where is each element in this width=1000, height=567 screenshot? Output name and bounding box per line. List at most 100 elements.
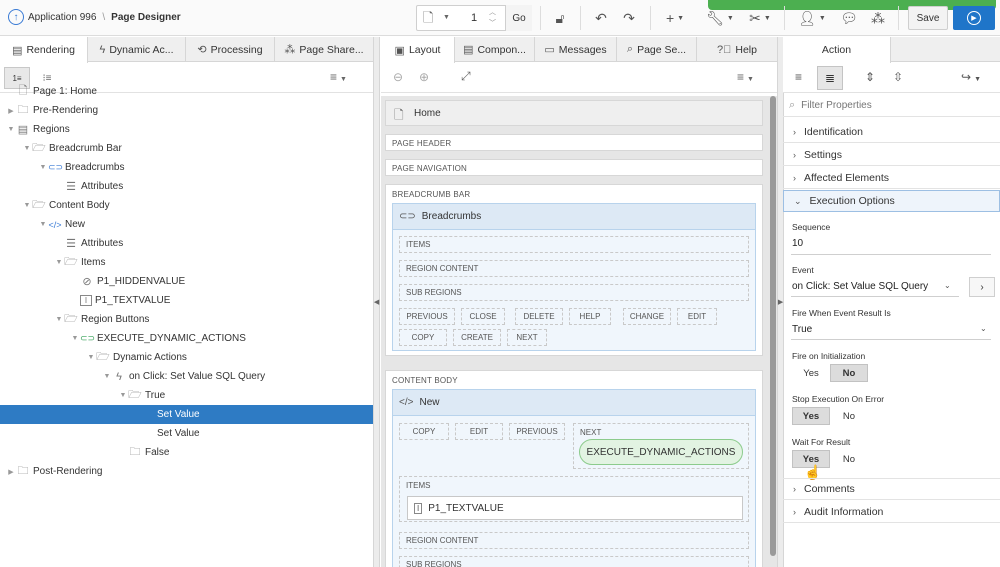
- comment-icon[interactable]: 💬︎: [838, 5, 860, 31]
- p1-textvalue-item[interactable]: I P1_TEXTVALUE: [407, 496, 743, 520]
- fire-init-yes-toggle[interactable]: Yes: [794, 364, 828, 382]
- sequence-input[interactable]: 10: [792, 238, 803, 249]
- expand-icon[interactable]: ▶: [6, 107, 16, 115]
- chevron-down-icon[interactable]: ▼: [443, 14, 450, 21]
- bc-position-slot[interactable]: HELP: [569, 308, 611, 325]
- collapse-icon[interactable]: ▼: [102, 373, 112, 380]
- bc-position-slot[interactable]: NEXT: [507, 329, 547, 346]
- shared-components-icon[interactable]: ✂︎ ▼: [744, 5, 776, 31]
- collapse-icon[interactable]: ▼: [22, 202, 32, 209]
- group-comments[interactable]: › Comments: [783, 478, 1000, 500]
- tree-node[interactable]: ⊘ P1_HIDDENVALUE: [0, 272, 373, 291]
- page-number-input[interactable]: 1: [471, 12, 477, 24]
- show-all-icon[interactable]: ≣: [817, 66, 843, 90]
- event-lov-button[interactable]: ›: [969, 277, 995, 297]
- group-settings[interactable]: › Settings: [783, 144, 1000, 166]
- go-to-group-icon[interactable]: ↪ ▼: [961, 70, 981, 84]
- page-stepper-icon[interactable]: ︿ ﹀: [489, 7, 496, 29]
- tree-node[interactable]: ▼ 🗁 Dynamic Actions: [0, 348, 373, 367]
- expand-all-icon[interactable]: ⇳: [893, 70, 903, 84]
- bc-position-slot[interactable]: CLOSE: [461, 308, 505, 325]
- redo-icon[interactable]: ↷: [618, 5, 640, 31]
- breadcrumb-bar-position[interactable]: BREADCRUMB BAR ⊂⊃ Breadcrumbs ITEMS REGI…: [385, 184, 763, 356]
- tree-node[interactable]: ▼ ⊂⊃ Breadcrumbs: [0, 158, 373, 177]
- filter-properties-input[interactable]: [801, 100, 972, 111]
- chevron-down-icon[interactable]: ⌄: [944, 281, 951, 290]
- tree-node[interactable]: I P1_TEXTVALUE: [0, 291, 373, 310]
- event-select[interactable]: on Click: Set Value SQL Query: [792, 281, 928, 292]
- new-region[interactable]: </> New COPY EDIT PREVIOUS NEXT EXECUTE_…: [392, 389, 756, 567]
- bc-sub-regions-slot[interactable]: SUB REGIONS: [399, 284, 749, 301]
- layout-menu-icon[interactable]: ≡ ▼: [737, 70, 754, 84]
- tree-node[interactable]: Set Value: [0, 424, 373, 443]
- tab-page-shared[interactable]: ⁂ Page Share...: [275, 37, 373, 62]
- collapse-icon[interactable]: ▼: [38, 164, 48, 171]
- new-position-slot[interactable]: COPY: [399, 423, 449, 440]
- execute-dynamic-actions-button[interactable]: EXECUTE_DYNAMIC_ACTIONS: [579, 439, 743, 465]
- left-splitter[interactable]: ◀: [373, 37, 380, 567]
- show-common-icon[interactable]: ≡: [795, 70, 802, 84]
- tree-node[interactable]: ☰ Attributes: [0, 234, 373, 253]
- collapse-icon[interactable]: ▼: [86, 354, 96, 361]
- bc-position-slot[interactable]: EDIT: [677, 308, 717, 325]
- tree-node[interactable]: ▼ 🗁 True: [0, 386, 373, 405]
- tree-node[interactable]: ▼ 🗁 Breadcrumb Bar: [0, 139, 373, 158]
- bc-position-slot[interactable]: CHANGE: [623, 308, 671, 325]
- tree-node[interactable]: ▼ 🗁 Items: [0, 253, 373, 272]
- tab-messages[interactable]: ▭ Messages: [535, 37, 617, 62]
- bc-position-slot[interactable]: DELETE: [515, 308, 563, 325]
- bc-position-slot[interactable]: CREATE: [453, 329, 501, 346]
- tab-component-view[interactable]: ▤ Compon...: [455, 37, 535, 62]
- run-page-button[interactable]: ▶: [953, 6, 995, 30]
- save-button[interactable]: Save: [908, 6, 948, 30]
- undo-icon[interactable]: ↶: [590, 5, 612, 31]
- collapse-icon[interactable]: ▼: [70, 335, 80, 342]
- filter-properties-field[interactable]: ⌕: [783, 95, 1000, 117]
- collapse-icon[interactable]: ▼: [118, 392, 128, 399]
- bc-items-slot[interactable]: ITEMS: [399, 236, 749, 253]
- wait-no-toggle[interactable]: No: [832, 450, 866, 468]
- tree-node[interactable]: ▼ 🗁 Region Buttons: [0, 310, 373, 329]
- collapse-icon[interactable]: ▼: [22, 145, 32, 152]
- stop-exec-yes-toggle[interactable]: Yes: [792, 407, 830, 425]
- tree-node[interactable]: ▼ </> New: [0, 215, 373, 234]
- tree-node[interactable]: ☰ Attributes: [0, 177, 373, 196]
- tab-help[interactable]: ?⃝ Help: [697, 37, 777, 62]
- lock-icon[interactable]: 🔓︎: [548, 5, 572, 31]
- new-sub-regions-slot[interactable]: SUB REGIONS: [399, 556, 749, 567]
- arrow-up-icon[interactable]: ↑: [8, 9, 24, 25]
- page-header-position[interactable]: PAGE HEADER: [385, 134, 763, 151]
- tree-node[interactable]: ▼ ⊂⊃ EXECUTE_DYNAMIC_ACTIONS: [0, 329, 373, 348]
- collapse-icon[interactable]: ▼: [54, 316, 64, 323]
- new-position-slot[interactable]: PREVIOUS: [509, 423, 565, 440]
- page-icon[interactable]: 🗋: [423, 9, 433, 31]
- application-link[interactable]: Application 996: [28, 12, 96, 23]
- bc-region-content-slot[interactable]: REGION CONTENT: [399, 260, 749, 277]
- go-button[interactable]: Go: [505, 5, 532, 31]
- expand-icon[interactable]: ▶: [6, 468, 16, 476]
- group-execution-options[interactable]: ⌄ Execution Options: [783, 190, 1000, 212]
- tab-action[interactable]: Action: [783, 37, 891, 63]
- fire-when-select[interactable]: True: [792, 324, 812, 335]
- zoom-out-icon[interactable]: ⊖: [393, 70, 403, 84]
- expand-icon[interactable]: ⤢: [461, 69, 471, 84]
- layout-scrollbar[interactable]: [770, 96, 776, 556]
- group-audit-information[interactable]: › Audit Information: [783, 501, 1000, 523]
- tree-node[interactable]: ▼ ϟ on Click: Set Value SQL Query: [0, 367, 373, 386]
- team-dev-icon[interactable]: 👤︎ ▼: [796, 5, 828, 31]
- collapse-icon[interactable]: ▼: [6, 126, 16, 133]
- tab-dynamic-actions[interactable]: ϟ Dynamic Ac...: [88, 37, 186, 62]
- page-home-bar[interactable]: 🗋 Home: [385, 100, 763, 126]
- group-affected-elements[interactable]: › Affected Elements: [783, 167, 1000, 189]
- tree-node[interactable]: ▶ 🗀 Pre-Rendering: [0, 101, 373, 120]
- tab-page-search[interactable]: ⌕ Page Se...: [617, 37, 697, 62]
- zoom-in-icon[interactable]: ⊕: [419, 70, 429, 84]
- utilities-menu-icon[interactable]: 🔧︎ ▼: [704, 5, 736, 31]
- tree-node[interactable]: ▼ ▤ Regions: [0, 120, 373, 139]
- content-body-position[interactable]: CONTENT BODY </> New COPY EDIT PREVIOUS …: [385, 370, 763, 567]
- tree-node[interactable]: Set Value: [0, 405, 373, 424]
- tree-node[interactable]: ▼ 🗁 Content Body: [0, 196, 373, 215]
- new-position-slot[interactable]: EDIT: [455, 423, 503, 440]
- fire-init-no-toggle[interactable]: No: [830, 364, 868, 382]
- group-identification[interactable]: › Identification: [783, 121, 1000, 143]
